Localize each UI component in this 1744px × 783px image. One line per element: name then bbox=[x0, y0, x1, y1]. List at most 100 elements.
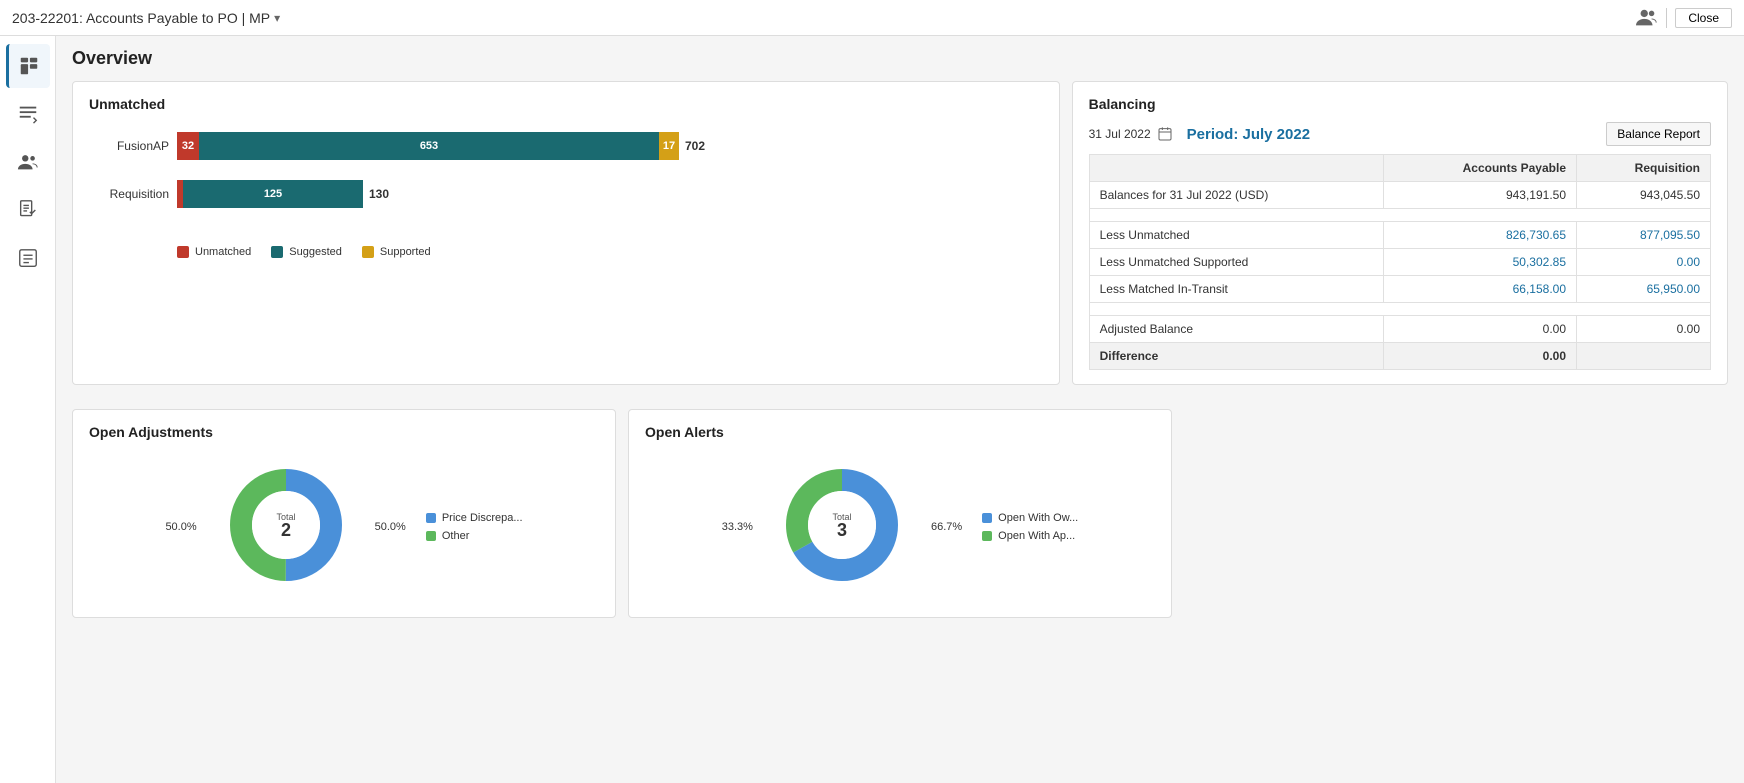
alerts-donut-svg: Total 3 bbox=[777, 460, 907, 590]
col-header-req: Requisition bbox=[1577, 155, 1711, 182]
sidebar-item-checklist[interactable] bbox=[6, 236, 50, 280]
row-req: 943,045.50 bbox=[1577, 182, 1711, 209]
difference-row: Difference 0.00 bbox=[1089, 343, 1710, 370]
legend-label-unmatched: Unmatched bbox=[195, 246, 251, 258]
bars-requisition: 125 130 bbox=[177, 180, 1043, 208]
row-label: Difference bbox=[1089, 343, 1383, 370]
row-label: Less Matched In-Transit bbox=[1089, 276, 1383, 303]
row-label: Adjusted Balance bbox=[1089, 316, 1383, 343]
alerts-donut-wrapper: Total 3 bbox=[777, 460, 907, 593]
legend-suggested: Suggested bbox=[271, 246, 342, 258]
row-label: Balances for 31 Jul 2022 (USD) bbox=[1089, 182, 1383, 209]
fusionap-unmatched-bar: 32 bbox=[177, 132, 199, 160]
alerts-legend: Open With Ow... Open With Ap... bbox=[982, 512, 1078, 542]
legend-label-suggested: Suggested bbox=[289, 246, 342, 258]
layout: Overview Unmatched FusionAP 32 653 17 bbox=[0, 36, 1744, 783]
table-row: Less Matched In-Transit 66,158.00 65,950… bbox=[1089, 276, 1710, 303]
bottom-row: Open Adjustments 50.0% Total 2 50.0 bbox=[72, 409, 1728, 630]
row-ap: 826,730.65 bbox=[1384, 222, 1577, 249]
col-header-label bbox=[1089, 155, 1383, 182]
sidebar-item-reports[interactable] bbox=[6, 188, 50, 232]
adj-donut-wrapper: Total 2 bbox=[221, 460, 351, 593]
balance-report-button[interactable]: Balance Report bbox=[1606, 122, 1711, 146]
open-adjustments-card: Open Adjustments 50.0% Total 2 50.0 bbox=[72, 409, 616, 618]
adj-legend-color-2 bbox=[426, 531, 436, 541]
adj-legend-item-2: Other bbox=[426, 530, 523, 542]
bar-label-requisition: Requisition bbox=[89, 187, 169, 201]
fusionap-total: 702 bbox=[685, 139, 705, 153]
table-row: Less Unmatched 826,730.65 877,095.50 bbox=[1089, 222, 1710, 249]
page-title: 203-22201: Accounts Payable to PO | MP ▾ bbox=[12, 10, 280, 26]
sidebar bbox=[0, 36, 56, 783]
bar-group-requisition: 125 130 bbox=[177, 180, 1043, 208]
adj-legend: Price Discrepa... Other bbox=[426, 512, 523, 542]
balancing-card: Balancing 31 Jul 2022 Period: July 2022 … bbox=[1072, 81, 1728, 385]
legend-unmatched: Unmatched bbox=[177, 246, 251, 258]
adj-legend-label-1: Price Discrepa... bbox=[442, 512, 523, 524]
adj-pct-right: 50.0% bbox=[375, 521, 406, 533]
bar-group-fusionap: 32 653 17 702 bbox=[177, 132, 1043, 160]
spacer-row bbox=[1089, 303, 1710, 316]
adj-legend-item-1: Price Discrepa... bbox=[426, 512, 523, 524]
svg-text:2: 2 bbox=[281, 520, 291, 540]
row-req: 877,095.50 bbox=[1577, 222, 1711, 249]
row-req: 65,950.00 bbox=[1577, 276, 1711, 303]
balancing-title: Balancing bbox=[1089, 96, 1711, 112]
balancing-header: 31 Jul 2022 Period: July 2022 Balance Re… bbox=[1089, 122, 1711, 146]
close-button[interactable]: Close bbox=[1675, 8, 1732, 28]
open-adjustments-chart: 50.0% Total 2 50.0% bbox=[89, 450, 599, 603]
legend-color-unmatched bbox=[177, 246, 189, 258]
row-label: Less Unmatched bbox=[1089, 222, 1383, 249]
overview-title: Overview bbox=[72, 48, 1728, 69]
bar-chart: FusionAP 32 653 17 702 Requisition bbox=[89, 122, 1043, 238]
fusionap-supported-bar: 17 bbox=[659, 132, 679, 160]
requisition-total: 130 bbox=[369, 187, 389, 201]
row-label: Less Unmatched Supported bbox=[1089, 249, 1383, 276]
chevron-down-icon[interactable]: ▾ bbox=[274, 11, 280, 25]
period-label: Period: July 2022 bbox=[1187, 126, 1310, 143]
table-row: Adjusted Balance 0.00 0.00 bbox=[1089, 316, 1710, 343]
unmatched-card: Unmatched FusionAP 32 653 17 702 bbox=[72, 81, 1060, 385]
col-header-ap: Accounts Payable bbox=[1384, 155, 1577, 182]
alerts-pct-right: 66.7% bbox=[931, 521, 962, 533]
legend-supported: Supported bbox=[362, 246, 431, 258]
open-alerts-chart: 33.3% Total 3 66.7% bbox=[645, 450, 1155, 603]
chart-legend: Unmatched Suggested Supported bbox=[177, 246, 1043, 258]
row-ap: 0.00 bbox=[1384, 343, 1577, 370]
legend-label-supported: Supported bbox=[380, 246, 431, 258]
spacer-row bbox=[1089, 209, 1710, 222]
row-ap: 66,158.00 bbox=[1384, 276, 1577, 303]
main-content: Overview Unmatched FusionAP 32 653 17 bbox=[56, 36, 1744, 783]
user-icon bbox=[1636, 7, 1658, 29]
row-req: 0.00 bbox=[1577, 249, 1711, 276]
row-ap: 50,302.85 bbox=[1384, 249, 1577, 276]
adj-legend-label-2: Other bbox=[442, 530, 470, 542]
row-ap: 943,191.50 bbox=[1384, 182, 1577, 209]
adj-donut-svg: Total 2 bbox=[221, 460, 351, 590]
divider bbox=[1666, 8, 1667, 28]
balancing-date: 31 Jul 2022 Period: July 2022 bbox=[1089, 126, 1310, 143]
alerts-legend-label-1: Open With Ow... bbox=[998, 512, 1078, 524]
open-alerts-card: Open Alerts 33.3% Total 3 bbox=[628, 409, 1172, 618]
requisition-suggested-bar: 125 bbox=[183, 180, 363, 208]
calendar-icon bbox=[1157, 126, 1173, 142]
bar-label-fusionap: FusionAP bbox=[89, 139, 169, 153]
alerts-legend-color-1 bbox=[982, 513, 992, 523]
adj-pct-left: 50.0% bbox=[165, 521, 196, 533]
sidebar-item-reconcile[interactable] bbox=[6, 92, 50, 136]
table-row: Balances for 31 Jul 2022 (USD) 943,191.5… bbox=[1089, 182, 1710, 209]
legend-color-suggested bbox=[271, 246, 283, 258]
fusionap-suggested-bar: 653 bbox=[199, 132, 659, 160]
sidebar-item-contacts[interactable] bbox=[6, 140, 50, 184]
alerts-legend-item-1: Open With Ow... bbox=[982, 512, 1078, 524]
alerts-legend-label-2: Open With Ap... bbox=[998, 530, 1075, 542]
top-bar: 203-22201: Accounts Payable to PO | MP ▾… bbox=[0, 0, 1744, 36]
bar-row-fusionap: FusionAP 32 653 17 702 bbox=[89, 132, 1043, 160]
row-req: 0.00 bbox=[1577, 316, 1711, 343]
title-text: 203-22201: Accounts Payable to PO | MP bbox=[12, 10, 270, 26]
legend-color-supported bbox=[362, 246, 374, 258]
top-row: Unmatched FusionAP 32 653 17 702 bbox=[72, 81, 1728, 397]
alerts-legend-color-2 bbox=[982, 531, 992, 541]
sidebar-item-overview[interactable] bbox=[6, 44, 50, 88]
bars-fusionap: 32 653 17 702 bbox=[177, 132, 1043, 160]
